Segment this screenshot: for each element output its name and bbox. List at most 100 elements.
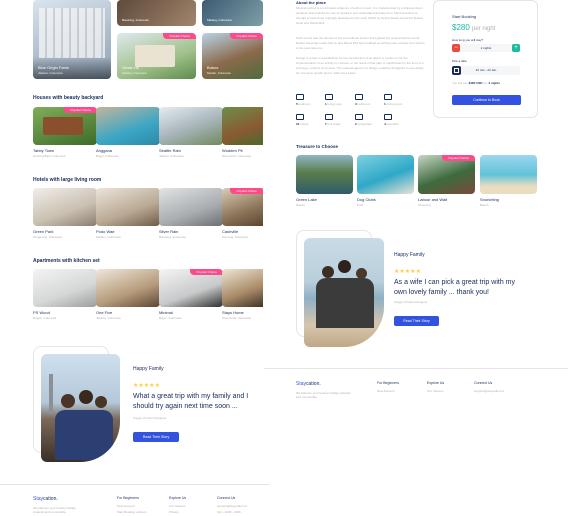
- section-title-houses: Houses with beauty backyard: [33, 95, 104, 101]
- footer-link[interactable]: Privacy: [169, 510, 186, 514]
- ac-icon: [325, 114, 333, 120]
- date-picker[interactable]: 20 Jan - 22 Jan: [452, 66, 520, 75]
- house-card[interactable]: Anggana Bogor, Indonesia: [96, 107, 160, 158]
- card-location: Jakarta, Indonesia: [38, 71, 63, 75]
- footer-link[interactable]: support@staycation.id: [474, 389, 504, 393]
- continue-to-book-button[interactable]: Continue to Book: [452, 95, 521, 105]
- date-label: Pick a date: [452, 59, 467, 63]
- apartment-card[interactable]: One Five Jakarta, Indonesia: [96, 269, 160, 320]
- booking-card: Start Booking $280 per night How long yo…: [433, 0, 538, 118]
- card-name: Anggana: [96, 148, 113, 153]
- featured-card[interactable]: Malang, Indonesia: [202, 0, 263, 26]
- card-location: Shopping: [418, 203, 431, 207]
- popular-badge: Popular Choice: [190, 269, 223, 275]
- wifi-icon: [296, 114, 304, 120]
- footer-col-connect: Connect Us support@staycation.id: [474, 381, 504, 393]
- testimonial-author: Angga, Product Designer: [394, 300, 428, 304]
- house-card[interactable]: Popular Choice Tabby Town Gunung Batu, I…: [33, 107, 97, 158]
- card-location: Malang, Indonesia: [122, 71, 147, 75]
- apartment-card[interactable]: PS Wood Depok, Indonesia: [33, 269, 97, 320]
- duration-label: How long you will stay?: [452, 38, 484, 42]
- hotel-card[interactable]: Popular Choice Cashville Kemang, Indones…: [222, 188, 263, 239]
- popular-badge: Popular Choice: [64, 107, 97, 113]
- card-location: Depok, Indonesia: [33, 316, 57, 320]
- bathtub-icon: [355, 94, 363, 100]
- booking-price: $280 per night: [452, 23, 496, 32]
- read-story-button[interactable]: Read Their Story: [394, 316, 439, 326]
- apartment-card[interactable]: Stays Home Wonosobo, Indonesia: [222, 269, 263, 320]
- nights-stepper: − 2 nights +: [452, 44, 520, 52]
- card-name: Bobox: [207, 65, 219, 70]
- footer-col-beginners: For Beginners New Account: [377, 381, 399, 393]
- treasure-card[interactable]: Dog Clubs Pool: [357, 155, 414, 207]
- card-location: Tangerang, Indonesia: [33, 235, 62, 239]
- popular-badge: Popular Choice: [230, 188, 263, 194]
- hotel-card[interactable]: Green Park Tangerang, Indonesia: [33, 188, 97, 239]
- apartment-card[interactable]: Popular Choice Minimal Bogor, Indonesia: [159, 269, 223, 320]
- testimonial-heading: Happy Family: [133, 366, 164, 372]
- nights-value: 2 nights: [480, 46, 492, 50]
- rating-stars: ★★★★★: [394, 265, 421, 276]
- card-location: Kemang, Indonesia: [222, 235, 248, 239]
- footer-link[interactable]: 021 - 2208 - 1996: [217, 510, 247, 514]
- card-name: Seattle Rain: [159, 148, 181, 153]
- star-icon: ★: [154, 383, 160, 389]
- card-name: Vinna Vill: [122, 65, 139, 70]
- footer-link[interactable]: Start Booking a Room: [117, 510, 146, 514]
- about-title: About the place: [296, 0, 327, 5]
- dining-icon: [384, 94, 392, 100]
- date-value: 20 Jan - 22 Jan: [475, 68, 497, 72]
- treasure-card[interactable]: Snorkeling Beach: [480, 155, 537, 207]
- card-location: Wonosobo, Indonesia: [222, 316, 251, 320]
- card-name: Green Park: [33, 229, 54, 234]
- testimonial-photo: [304, 238, 384, 347]
- hotel-card[interactable]: Silver Rain Bandung, Indonesia: [159, 188, 223, 239]
- about-paragraph: Minimal techno is a minimalist subgenre …: [296, 6, 423, 25]
- footer-link[interactable]: New Account: [377, 389, 399, 393]
- house-card[interactable]: Seattle Rain Jakarta, Indonesia: [159, 107, 223, 158]
- featured-card[interactable]: Popular Choice Vinna Vill Malang, Indone…: [117, 33, 196, 79]
- section-title-treasure: Treasure to Choose: [296, 144, 339, 149]
- feature-bathroom: 3 bathroom: [355, 94, 379, 106]
- footer-tagline: We kaboom your beauty holiday instantly a…: [33, 506, 76, 514]
- section-title-hotels: Hotels with large living room: [33, 177, 102, 183]
- house-card[interactable]: Wodden Pit Wonosobo, Indonesia: [222, 107, 263, 158]
- bed-icon: [296, 94, 304, 100]
- fridge-icon: [355, 114, 363, 120]
- popular-badge: Popular Choice: [230, 33, 263, 39]
- feature-living-room: 1 living room: [325, 94, 349, 106]
- about-paragraph: Such trends saw the demise of the soul-i…: [296, 36, 425, 50]
- featured-card[interactable]: Bandung, Indonesia: [117, 0, 196, 26]
- featured-card[interactable]: Popular Choice Bobox Medan, Indonesia: [202, 33, 263, 79]
- testimonial-author: Angga, Product Designer: [133, 416, 167, 420]
- card-location: Jakarta, Indonesia: [159, 154, 184, 158]
- card-location: Medan, Indonesia: [207, 71, 231, 75]
- treasure-card[interactable]: Green Lake Nature: [296, 155, 353, 207]
- increment-button[interactable]: +: [512, 44, 520, 52]
- footer-link[interactable]: Our Careers: [427, 389, 444, 393]
- footer-link[interactable]: Our Careers: [169, 504, 186, 508]
- card-name: Cashville: [222, 229, 239, 234]
- treasure-card[interactable]: Popular Choice Labour and Wait Shopping: [418, 155, 475, 207]
- card-name: Bandung, Indonesia: [122, 18, 149, 22]
- read-story-button[interactable]: Read Their Story: [133, 432, 179, 442]
- card-name: Labour and Wait: [418, 197, 448, 202]
- footer-col-connect: Connect Us support@staycation.id 021 - 2…: [217, 496, 247, 514]
- footer-tagline: We kaboom your beauty holiday instantly …: [296, 391, 351, 399]
- featured-card-large[interactable]: Blue Origin Fams Jakarta, Indonesia: [33, 0, 111, 79]
- card-name: Tabby Town: [33, 148, 55, 153]
- rating-stars: ★★★★★: [133, 379, 160, 390]
- testimonial-quote: As a wife I can pick a great trip with m…: [394, 279, 515, 296]
- card-location: Jakarta, Indonesia: [96, 316, 121, 320]
- card-location: Bandung, Indonesia: [159, 235, 186, 239]
- card-name: Dog Clubs: [357, 197, 376, 202]
- footer-col-explore: Explore Us Our Careers: [427, 381, 445, 393]
- footer-logo[interactable]: Staycation.: [296, 381, 321, 387]
- hotel-card[interactable]: Podo Wae Madiun, Indonesia: [96, 188, 160, 239]
- testimonial-photo: [41, 354, 120, 462]
- footer-logo[interactable]: Staycation.: [33, 496, 58, 502]
- booking-title: Start Booking: [452, 14, 477, 19]
- footer-link[interactable]: support@staycation.id: [217, 504, 247, 508]
- footer-link[interactable]: New Account: [117, 504, 146, 508]
- card-location: Madiun, Indonesia: [96, 235, 121, 239]
